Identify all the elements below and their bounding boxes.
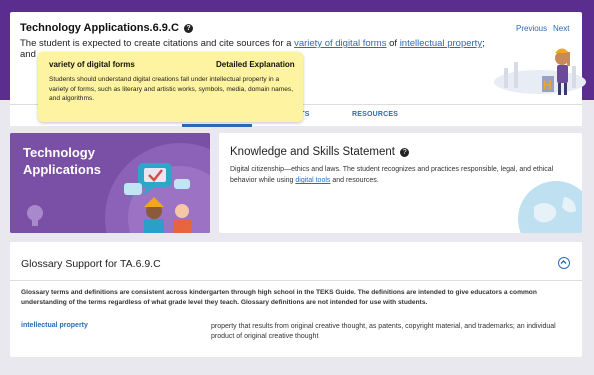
next-link[interactable]: Next <box>553 24 569 33</box>
ks-text-part: and resources. <box>330 177 379 184</box>
active-tab-indicator <box>182 124 252 127</box>
mascot-illustration: H <box>494 48 586 95</box>
glossary-term[interactable]: intellectual property <box>21 322 88 329</box>
globe-illustration <box>518 181 582 233</box>
collapse-toggle-icon[interactable] <box>558 257 570 269</box>
glossary-divider <box>10 280 582 281</box>
standard-text-part: of <box>386 38 400 49</box>
standard-title: Technology Applications.6.9.C ? <box>20 22 193 34</box>
standard-text-part: The student is expected to create citati… <box>20 38 295 49</box>
term-tooltip: variety of digital forms Detailed Explan… <box>38 52 303 122</box>
help-icon[interactable]: ? <box>183 24 193 33</box>
help-icon[interactable]: ? <box>400 148 410 157</box>
knowledge-skills-card: Knowledge and Skills Statement ? Digital… <box>219 133 582 233</box>
tab-resources[interactable]: RESOURCES <box>352 111 398 118</box>
intellectual-property-link[interactable]: intellectual property <box>400 38 482 49</box>
glossary-definition: property that results from original crea… <box>211 323 556 340</box>
knowledge-skills-title-text: Knowledge and Skills Statement <box>230 146 395 158</box>
glossary-intro: Glossary terms and definitions are consi… <box>21 289 537 306</box>
digital-tools-link[interactable]: digital tools <box>295 177 330 184</box>
tooltip-body: Students should understand digital creat… <box>49 76 294 103</box>
ks-text-part: Digital citizenship—ethics and laws. The… <box>230 166 554 184</box>
digital-forms-link[interactable]: variety of digital forms <box>294 38 386 49</box>
svg-text:H: H <box>543 78 552 92</box>
previous-link[interactable]: Previous <box>516 24 547 33</box>
standard-title-text: Technology Applications.6.9.C <box>20 22 179 34</box>
subject-card: Technology Applications <box>10 133 210 233</box>
glossary-title: Glossary Support for TA.6.9.C <box>21 258 161 270</box>
tooltip-heading: Detailed Explanation <box>216 60 295 69</box>
subject-title-line: Applications <box>23 162 102 177</box>
subject-title-line: Technology <box>23 145 95 160</box>
tooltip-term: variety of digital forms <box>49 60 135 69</box>
subject-title: Technology Applications <box>23 144 101 178</box>
glossary-card: Glossary Support for TA.6.9.C Glossary t… <box>10 242 582 357</box>
knowledge-skills-title: Knowledge and Skills Statement ? <box>230 146 410 158</box>
